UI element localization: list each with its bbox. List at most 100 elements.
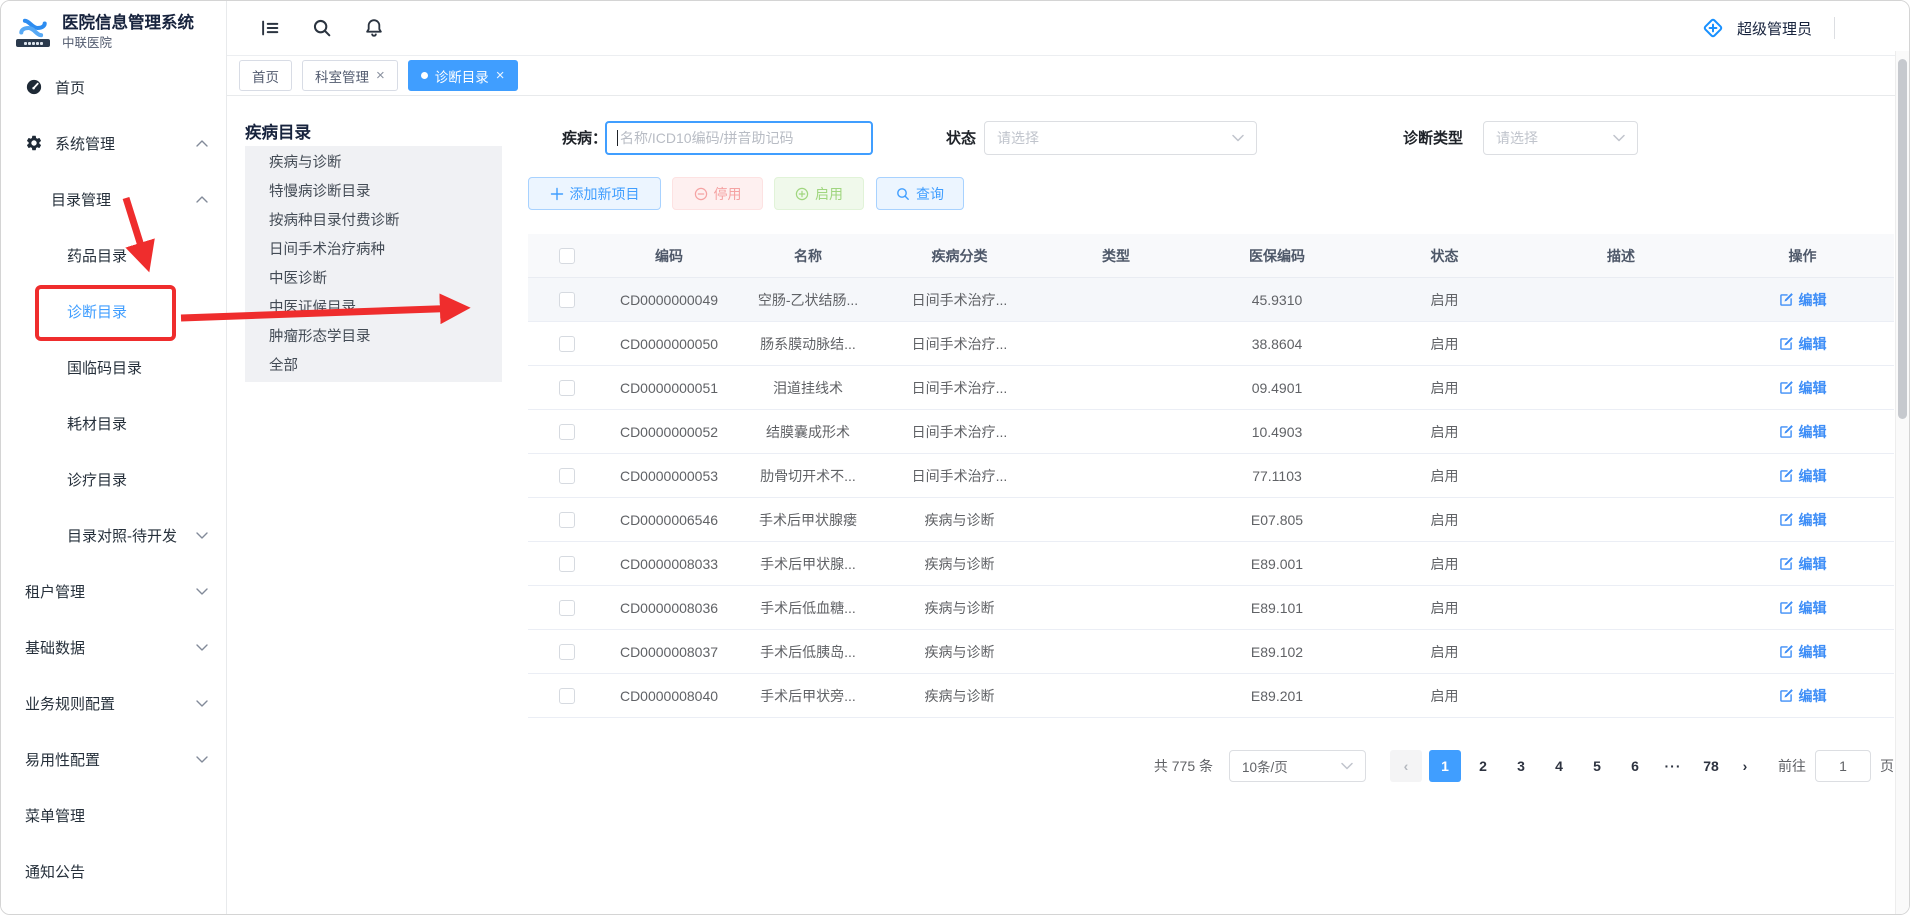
row-checkbox[interactable] bbox=[559, 556, 575, 572]
edit-button[interactable]: 编辑 bbox=[1779, 378, 1827, 398]
add-item-label: 添加新项目 bbox=[570, 184, 640, 204]
edit-button[interactable]: 编辑 bbox=[1779, 642, 1827, 662]
topbar-divider bbox=[1834, 17, 1835, 39]
goto-page-input[interactable]: 1 bbox=[1815, 750, 1871, 782]
sidebar-item-catalog-mapping[interactable]: 目录对照-待开发 bbox=[1, 507, 226, 563]
edit-button[interactable]: 编辑 bbox=[1779, 554, 1827, 574]
enable-button[interactable]: 启用 bbox=[774, 177, 864, 210]
cell-name: 手术后甲状腺... bbox=[733, 542, 883, 585]
row-checkbox[interactable] bbox=[559, 424, 575, 440]
edit-label: 编辑 bbox=[1799, 598, 1827, 618]
page-button-1[interactable]: 1 bbox=[1429, 750, 1461, 782]
sidebar-item-catalog-management[interactable]: 目录管理 bbox=[1, 171, 226, 227]
sidebar-item-treatment-catalog[interactable]: 诊疗目录 bbox=[1, 451, 226, 507]
sidebar-item-diagnosis-catalog[interactable]: 诊断目录 bbox=[1, 283, 226, 339]
edit-button[interactable]: 编辑 bbox=[1779, 422, 1827, 442]
page-button-3[interactable]: 3 bbox=[1505, 750, 1537, 782]
table-row: CD0000006546手术后甲状腺瘘疾病与诊断E07.805启用编辑 bbox=[528, 498, 1894, 542]
add-item-button[interactable]: 添加新项目 bbox=[528, 177, 661, 210]
cell-description bbox=[1531, 410, 1711, 453]
search-button[interactable]: 查询 bbox=[876, 177, 964, 210]
disable-button[interactable]: 停用 bbox=[672, 177, 763, 210]
status-select[interactable]: 请选择 bbox=[984, 121, 1257, 155]
sidebar-item-home[interactable]: 首页 bbox=[1, 59, 226, 115]
sidebar-item-basic-data[interactable]: 基础数据 bbox=[1, 619, 226, 675]
close-icon[interactable]: × bbox=[376, 68, 385, 83]
chevron-down-icon bbox=[196, 756, 208, 763]
catalog-item-special-chronic-catalog[interactable]: 特慢病诊断目录 bbox=[245, 178, 502, 207]
catalog-item-all[interactable]: 全部 bbox=[245, 352, 502, 381]
sidebar-item-system-management[interactable]: 系统管理 bbox=[1, 115, 226, 171]
cell-name: 肠系膜动脉结... bbox=[733, 322, 883, 365]
edit-button[interactable]: 编辑 bbox=[1779, 334, 1827, 354]
collapse-sidebar-icon[interactable] bbox=[259, 17, 281, 39]
row-checkbox[interactable] bbox=[559, 512, 575, 528]
edit-button[interactable]: 编辑 bbox=[1779, 686, 1827, 706]
app-title: 医院信息管理系统 bbox=[62, 13, 194, 34]
tab-department-management[interactable]: 科室管理 × bbox=[302, 60, 398, 91]
page-size-select[interactable]: 10条/页 bbox=[1229, 750, 1366, 782]
sidebar: 医院信息管理系统 中联医院 首页系统管理目录管理药品目录诊断目录国临码目录耗材目… bbox=[1, 1, 227, 915]
page-scrollbar[interactable] bbox=[1895, 51, 1909, 915]
disease-search-input[interactable]: 名称/ICD10编码/拼音助记码 bbox=[605, 121, 873, 155]
edit-button[interactable]: 编辑 bbox=[1779, 598, 1827, 618]
catalog-item-tcm-diagnosis[interactable]: 中医诊断 bbox=[245, 265, 502, 294]
catalog-item-day-surgery[interactable]: 日间手术治疗病种 bbox=[245, 236, 502, 265]
row-checkbox[interactable] bbox=[559, 292, 575, 308]
next-page-button[interactable]: › bbox=[1732, 750, 1758, 782]
cell-code: CD0000008040 bbox=[605, 674, 733, 717]
col-header-status: 状态 bbox=[1358, 234, 1531, 277]
sidebar-item-usability-config[interactable]: 易用性配置 bbox=[1, 731, 226, 787]
page-button-5[interactable]: 5 bbox=[1581, 750, 1613, 782]
scrollbar-thumb[interactable] bbox=[1898, 59, 1907, 419]
edit-button[interactable]: 编辑 bbox=[1779, 290, 1827, 310]
catalog-item-tumor-morphology-catalog[interactable]: 肿瘤形态学目录 bbox=[245, 323, 502, 352]
sidebar-item-label: 目录管理 bbox=[51, 189, 111, 210]
sidebar-item-notice[interactable]: 通知公告 bbox=[1, 843, 226, 899]
cell-insurance-code: 45.9310 bbox=[1196, 278, 1358, 321]
edit-icon bbox=[1779, 424, 1794, 439]
edit-button[interactable]: 编辑 bbox=[1779, 466, 1827, 486]
catalog-item-tcm-syndrome-catalog[interactable]: 中医证候目录 bbox=[245, 294, 502, 323]
sidebar-item-consumable-catalog[interactable]: 耗材目录 bbox=[1, 395, 226, 451]
edit-label: 编辑 bbox=[1799, 466, 1827, 486]
diagnosis-type-select[interactable]: 请选择 bbox=[1483, 121, 1638, 155]
page-button-4[interactable]: 4 bbox=[1543, 750, 1575, 782]
page-button-6[interactable]: 6 bbox=[1619, 750, 1651, 782]
col-header-type: 类型 bbox=[1036, 234, 1196, 277]
edit-button[interactable]: 编辑 bbox=[1779, 510, 1827, 530]
row-checkbox[interactable] bbox=[559, 688, 575, 704]
chevron-down-icon bbox=[196, 588, 208, 595]
more-pages-icon[interactable]: ··· bbox=[1657, 750, 1689, 782]
catalog-item-disease-and-diagnosis[interactable]: 疾病与诊断 bbox=[245, 149, 502, 178]
row-checkbox[interactable] bbox=[559, 468, 575, 484]
page-button-78[interactable]: 78 bbox=[1695, 750, 1727, 782]
search-icon[interactable] bbox=[311, 17, 333, 39]
bell-icon[interactable] bbox=[363, 17, 385, 39]
chevron-down-icon bbox=[196, 700, 208, 707]
user-name[interactable]: 超级管理员 bbox=[1737, 18, 1812, 39]
select-all-checkbox[interactable] bbox=[559, 248, 575, 264]
page-button-2[interactable]: 2 bbox=[1467, 750, 1499, 782]
sidebar-item-tenant-management[interactable]: 租户管理 bbox=[1, 563, 226, 619]
tab-home[interactable]: 首页 bbox=[239, 60, 292, 91]
cell-category: 日间手术治疗... bbox=[883, 278, 1036, 321]
cell-status: 启用 bbox=[1358, 586, 1531, 629]
sidebar-item-drug-catalog[interactable]: 药品目录 bbox=[1, 227, 226, 283]
row-checkbox[interactable] bbox=[559, 600, 575, 616]
row-checkbox[interactable] bbox=[559, 380, 575, 396]
prev-page-button[interactable]: ‹ bbox=[1390, 750, 1422, 782]
catalog-item-per-disease-payment[interactable]: 按病种目录付费诊断 bbox=[245, 207, 502, 236]
close-icon[interactable]: × bbox=[496, 68, 505, 83]
sidebar-item-business-rules[interactable]: 业务规则配置 bbox=[1, 675, 226, 731]
medical-cross-icon[interactable] bbox=[1701, 16, 1725, 40]
row-checkbox[interactable] bbox=[559, 644, 575, 660]
tab-diagnosis-catalog[interactable]: 诊断目录 × bbox=[408, 60, 518, 91]
cell-description bbox=[1531, 322, 1711, 365]
row-checkbox[interactable] bbox=[559, 336, 575, 352]
sidebar-item-national-code-catalog[interactable]: 国临码目录 bbox=[1, 339, 226, 395]
table-row: CD0000000050肠系膜动脉结...日间手术治疗...38.8604启用编… bbox=[528, 322, 1894, 366]
status-filter-label: 状态 bbox=[946, 122, 976, 155]
sidebar-item-menu-management[interactable]: 菜单管理 bbox=[1, 787, 226, 843]
cell-insurance-code: E89.001 bbox=[1196, 542, 1358, 585]
